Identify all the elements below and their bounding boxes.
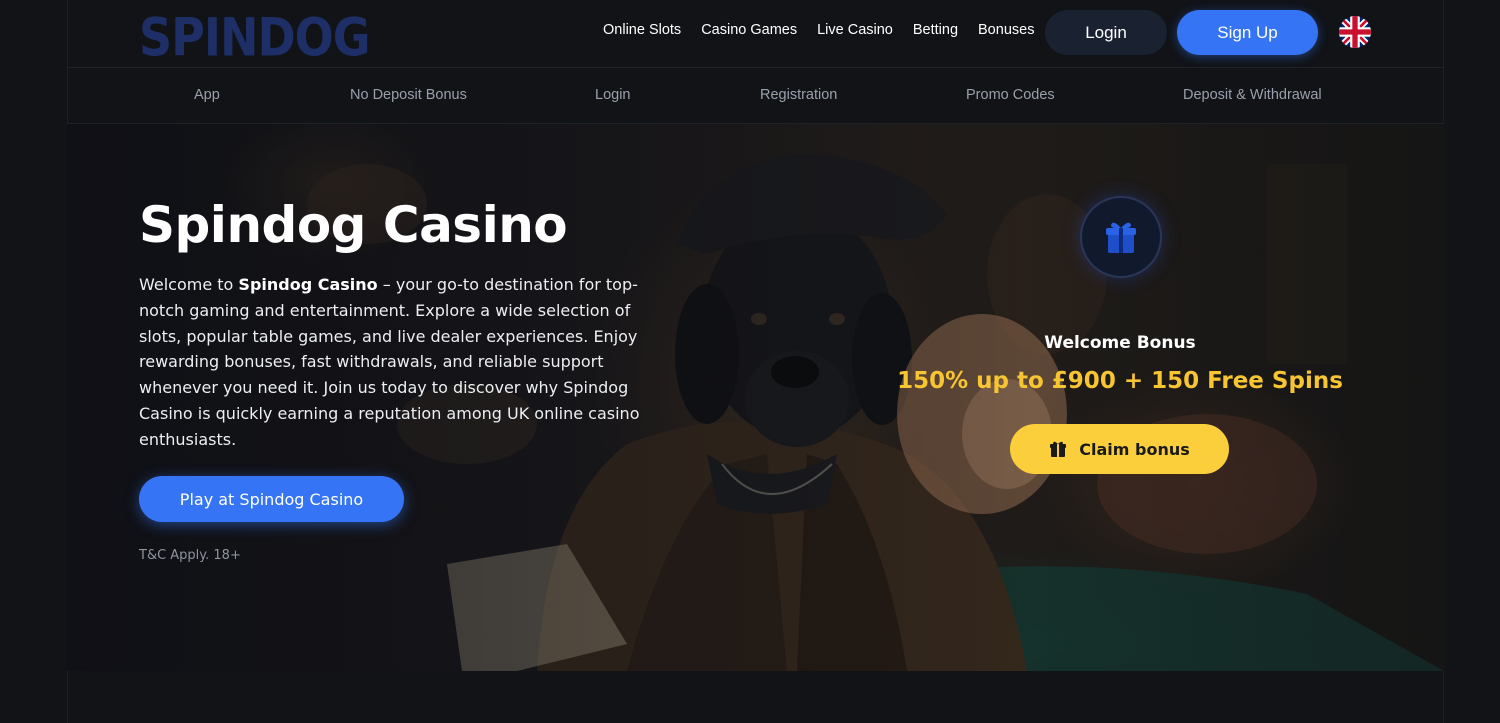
claim-bonus-label: Claim bonus [1079,439,1190,459]
main-nav: Online Slots Casino Games Live Casino Be… [603,22,1054,38]
hero-desc-prefix: Welcome to [139,275,239,294]
nav-betting[interactable]: Betting [913,22,958,38]
top-header: SPINDOG Online Slots Casino Games Live C… [67,0,1444,68]
subnav-app[interactable]: App [194,87,220,103]
subnav-deposit-withdrawal[interactable]: Deposit & Withdrawal [1183,87,1322,103]
uk-flag-icon[interactable] [1339,16,1371,48]
welcome-bonus-label: Welcome Bonus [1044,333,1196,353]
gift-badge [1080,196,1162,278]
hero-desc-bold: Spindog Casino [238,275,378,294]
hero-description: Welcome to Spindog Casino – your go-to d… [139,272,649,453]
login-button[interactable]: Login [1045,10,1167,55]
bonus-offer: 150% up to £900 + 150 Free Spins [897,368,1343,394]
subnav-registration[interactable]: Registration [760,87,837,103]
signup-button[interactable]: Sign Up [1177,10,1318,55]
hero-desc-rest: – your go-to destination for top-notch g… [139,275,640,449]
subnav-no-deposit-bonus[interactable]: No Deposit Bonus [350,87,467,103]
nav-live-casino[interactable]: Live Casino [817,22,893,38]
play-button[interactable]: Play at Spindog Casino [139,476,404,522]
nav-bonuses[interactable]: Bonuses [978,22,1034,38]
sub-nav: App No Deposit Bonus Login Registration … [67,68,1444,124]
terms-note: T&C Apply. 18+ [139,548,241,563]
subnav-promo-codes[interactable]: Promo Codes [966,87,1055,103]
claim-bonus-button[interactable]: Claim bonus [1010,424,1229,474]
spindog-logo[interactable]: SPINDOG [139,6,371,68]
hero-title: Spindog Casino [139,196,568,254]
gift-icon [1050,441,1067,457]
hero-banner: Spindog Casino Welcome to Spindog Casino… [67,124,1444,671]
gift-icon [1106,222,1136,253]
nav-casino-games[interactable]: Casino Games [701,22,797,38]
nav-online-slots[interactable]: Online Slots [603,22,681,38]
subnav-login[interactable]: Login [595,87,630,103]
